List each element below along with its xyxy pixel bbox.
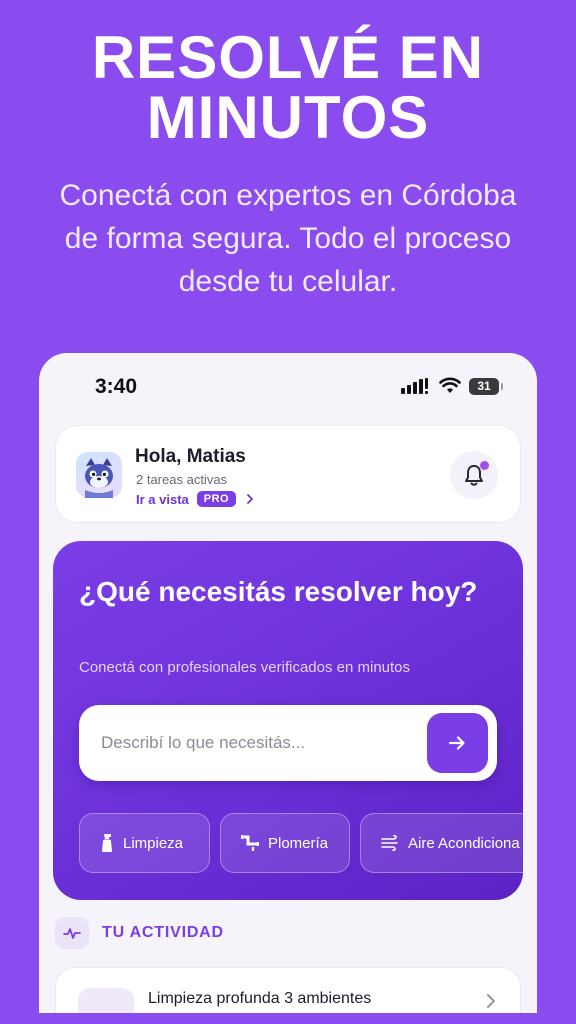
chevron-right-icon xyxy=(487,994,495,1008)
category-chips: Limpieza Plomería Aire Acondiciona xyxy=(79,813,523,873)
activity-title: TU ACTIVIDAD xyxy=(102,924,224,941)
hero-subtitle: Conectá con profesionales verificados en… xyxy=(79,659,411,676)
activity-item-name: Limpieza profunda 3 ambientes xyxy=(148,990,372,1007)
search-input[interactable] xyxy=(101,727,411,759)
wifi-icon xyxy=(439,377,461,393)
promo-title-line2: MINUTOS xyxy=(146,84,430,151)
activity-section-header: TU ACTIVIDAD xyxy=(55,917,224,949)
activity-pulse-icon xyxy=(55,917,89,949)
arrow-right-icon xyxy=(448,736,465,750)
hero-title: ¿Qué necesitás resolver hoy? xyxy=(79,576,478,607)
user-card: Hola, Matias 2 tareas activas Ir a vista… xyxy=(55,425,521,523)
avatar[interactable] xyxy=(76,452,122,498)
notification-dot xyxy=(480,461,489,470)
status-time: 3:40 xyxy=(95,375,138,398)
category-label: Plomería xyxy=(268,834,329,852)
category-chip-aire-acondicionado[interactable]: Aire Acondiciona xyxy=(360,813,523,873)
activity-item[interactable]: Limpieza profunda 3 ambientes xyxy=(55,967,521,1013)
activity-thumbnail xyxy=(78,988,134,1013)
search-submit-button[interactable] xyxy=(427,713,488,773)
promo-title: RESOLVÉ EN MINUTOS xyxy=(0,28,576,148)
phone-screen: 3:40 31 Hola, Matias 2 tareas activas Ir… xyxy=(39,353,537,1013)
active-tasks-count: 2 tareas activas xyxy=(136,472,228,487)
go-to-view-label: Ir a vista xyxy=(136,491,189,507)
promo-subtitle: Conectá con expertos en Córdoba de forma… xyxy=(59,179,517,298)
notifications-button[interactable] xyxy=(450,451,498,499)
go-to-pro-view-link[interactable]: Ir a vista PRO xyxy=(136,490,254,508)
mascot-icon xyxy=(85,458,113,498)
greeting: Hola, Matias xyxy=(135,446,246,467)
cellular-signal-icon xyxy=(401,378,428,394)
spray-bottle-icon xyxy=(102,834,112,852)
pro-badge: PRO xyxy=(196,491,237,507)
pipe-icon xyxy=(241,835,259,851)
hero-card: ¿Qué necesitás resolver hoy? Conectá con… xyxy=(53,541,523,900)
status-bar: 3:40 31 xyxy=(39,353,537,413)
category-label: Aire Acondiciona xyxy=(408,834,520,852)
wind-icon xyxy=(381,835,398,851)
promo-title-line1: RESOLVÉ EN xyxy=(91,24,485,91)
battery-icon: 31 xyxy=(469,378,503,395)
category-chip-limpieza[interactable]: Limpieza xyxy=(79,813,210,873)
chevron-right-icon xyxy=(247,494,254,504)
category-label: Limpieza xyxy=(123,834,184,852)
search-box xyxy=(79,705,497,781)
category-chip-plomeria[interactable]: Plomería xyxy=(220,813,350,873)
